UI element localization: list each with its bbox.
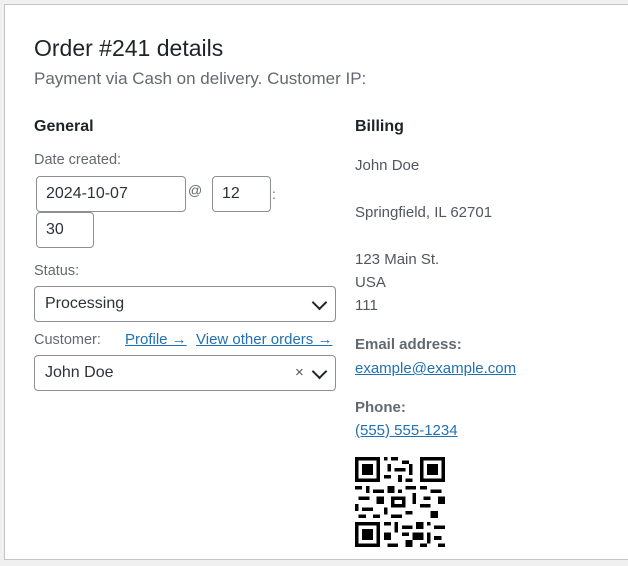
chevron-down-icon xyxy=(311,363,328,380)
billing-name: John Doe xyxy=(355,157,420,174)
billing-code: 111 xyxy=(355,297,378,314)
customer-select[interactable]: John Doe × xyxy=(34,355,336,391)
phone-label: Phone: xyxy=(355,399,406,416)
customer-label: Customer: xyxy=(34,332,101,348)
profile-link[interactable]: Profile → xyxy=(125,331,187,348)
general-heading: General xyxy=(34,118,94,135)
status-select[interactable]: Processing xyxy=(34,286,336,322)
billing-heading: Billing xyxy=(355,118,404,135)
status-label: Status: xyxy=(34,263,80,279)
billing-country: USA xyxy=(355,274,386,291)
email-link[interactable]: example@example.com xyxy=(355,360,516,377)
phone-link[interactable]: (555) 555-1234 xyxy=(355,422,458,439)
view-other-orders-link[interactable]: View other orders → xyxy=(196,331,332,348)
minute-input[interactable]: 30 xyxy=(36,212,94,248)
date-input[interactable]: 2024-10-07 xyxy=(36,176,186,212)
page-title: Order #241 details xyxy=(34,35,224,61)
order-panel: Order #241 details Payment via Cash on d… xyxy=(4,4,628,560)
status-value: Processing xyxy=(45,295,125,312)
hour-input[interactable]: 12 xyxy=(212,176,271,212)
email-label: Email address: xyxy=(355,336,462,353)
billing-street: 123 Main St. xyxy=(355,251,440,268)
billing-city: Springfield, IL 62701 xyxy=(355,204,493,221)
chevron-down-icon xyxy=(311,294,328,311)
page-subtitle: Payment via Cash on delivery. Customer I… xyxy=(34,69,367,88)
clear-icon[interactable]: × xyxy=(295,356,304,390)
date-created-label: Date created: xyxy=(34,152,122,168)
colon-separator: : xyxy=(272,186,276,202)
qr-code-icon xyxy=(355,457,445,547)
customer-value: John Doe xyxy=(45,364,114,381)
at-separator: @ xyxy=(188,182,203,198)
